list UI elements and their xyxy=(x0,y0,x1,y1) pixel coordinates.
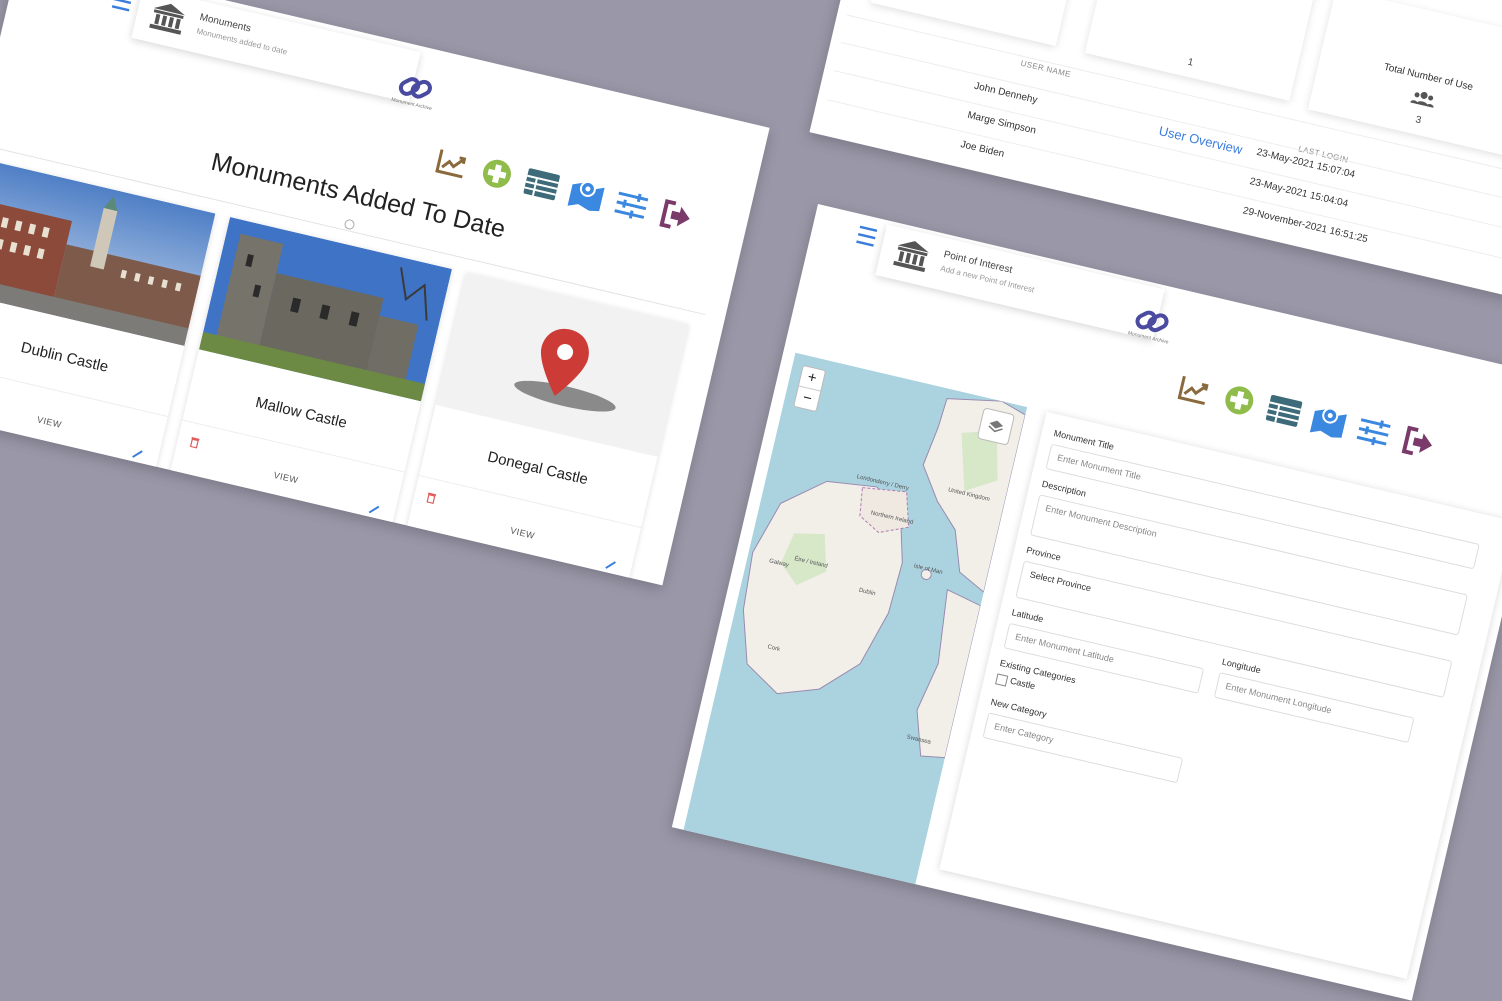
monuments-panel: ☰ Monuments Monuments added to date Monu… xyxy=(0,0,770,586)
province-selected-value: Select Province xyxy=(1028,569,1093,594)
edit-button[interactable] xyxy=(603,556,617,576)
zoom-out-button[interactable]: − xyxy=(794,385,821,411)
edit-button[interactable] xyxy=(130,445,144,465)
sign-out-icon xyxy=(659,198,690,229)
settings-button[interactable] xyxy=(1353,411,1394,452)
settings-button[interactable] xyxy=(611,185,652,226)
bank-icon xyxy=(891,236,932,278)
province-label: Province xyxy=(1025,544,1062,563)
view-button[interactable]: VIEW xyxy=(0,391,162,453)
point-of-interest-panel: ☰ Point of Interest Add a new Point of I… xyxy=(671,204,1502,1001)
analytics-button[interactable] xyxy=(1174,369,1215,410)
layers-icon xyxy=(988,420,1004,433)
pencil-icon xyxy=(605,561,616,569)
map-marker-icon xyxy=(567,180,605,212)
monument-placeholder-image[interactable] xyxy=(435,272,689,457)
table-cell-username: Joe Biden xyxy=(959,139,1006,160)
add-monument-button[interactable] xyxy=(1219,380,1260,421)
table-icon xyxy=(1265,394,1303,427)
bank-icon xyxy=(147,0,188,41)
map-marker-icon xyxy=(1309,407,1347,438)
pencil-icon xyxy=(132,450,143,458)
chart-line-icon xyxy=(1177,375,1209,406)
longitude-label: Longitude xyxy=(1221,656,1262,676)
chart-line-icon xyxy=(435,149,467,179)
edit-button[interactable] xyxy=(367,501,381,521)
brand-logo[interactable]: Monument Archive xyxy=(382,69,448,114)
trash-icon xyxy=(189,437,200,449)
trash-icon xyxy=(426,492,437,505)
page-header-card: Monuments Monuments added to date xyxy=(131,0,421,103)
sliders-icon xyxy=(614,191,649,219)
latitude-label: Latitude xyxy=(1010,607,1045,625)
brand-logo[interactable]: Monument Archive xyxy=(1118,303,1184,348)
map-view-button[interactable] xyxy=(1308,401,1349,442)
table-cell-username: Marge Simpson xyxy=(966,109,1037,137)
pencil-icon xyxy=(368,505,380,514)
view-button[interactable]: VIEW xyxy=(410,502,634,564)
table-cell-last-login: 23-May-2021 15:04:04 xyxy=(1248,176,1350,210)
add-circle-icon xyxy=(1225,386,1254,415)
table-icon xyxy=(523,168,560,201)
castle-checkbox[interactable] xyxy=(995,673,1009,687)
add-circle-icon xyxy=(482,159,511,188)
logout-button[interactable] xyxy=(656,195,697,236)
analytics-button[interactable] xyxy=(432,143,473,184)
stat-card: 1 xyxy=(1084,0,1317,101)
monument-card: Donegal Castle VIEW xyxy=(405,272,689,586)
list-view-button[interactable] xyxy=(1264,390,1305,431)
monument-photo[interactable] xyxy=(0,161,216,346)
sliders-icon xyxy=(1356,418,1391,446)
monument-photo[interactable] xyxy=(198,216,453,402)
stat-value: 1 xyxy=(1186,56,1195,69)
new-category-input[interactable]: Enter Category xyxy=(982,712,1184,784)
table-cell-username: John Dennehy xyxy=(973,80,1039,107)
menu-icon[interactable]: ☰ xyxy=(853,222,880,253)
toolbar xyxy=(1174,369,1439,462)
castle-checkbox-label: Castle xyxy=(1009,675,1037,692)
stat-card xyxy=(870,0,1084,47)
map-pin-icon xyxy=(514,328,616,412)
sign-out-icon xyxy=(1401,425,1433,456)
monument-card: Mallow Castle VIEW xyxy=(168,216,453,530)
stat-card-users: Total Number of Use 3 xyxy=(1307,0,1502,160)
section-title: User Overview xyxy=(1157,123,1244,158)
logout-button[interactable] xyxy=(1398,422,1439,463)
map-view-button[interactable] xyxy=(566,174,607,215)
menu-icon[interactable]: ☰ xyxy=(108,0,135,18)
monument-form: Monument Title Enter Monument Title Desc… xyxy=(939,411,1502,979)
list-view-button[interactable] xyxy=(521,164,562,205)
add-monument-button[interactable] xyxy=(477,153,518,194)
view-button[interactable]: VIEW xyxy=(174,447,398,509)
